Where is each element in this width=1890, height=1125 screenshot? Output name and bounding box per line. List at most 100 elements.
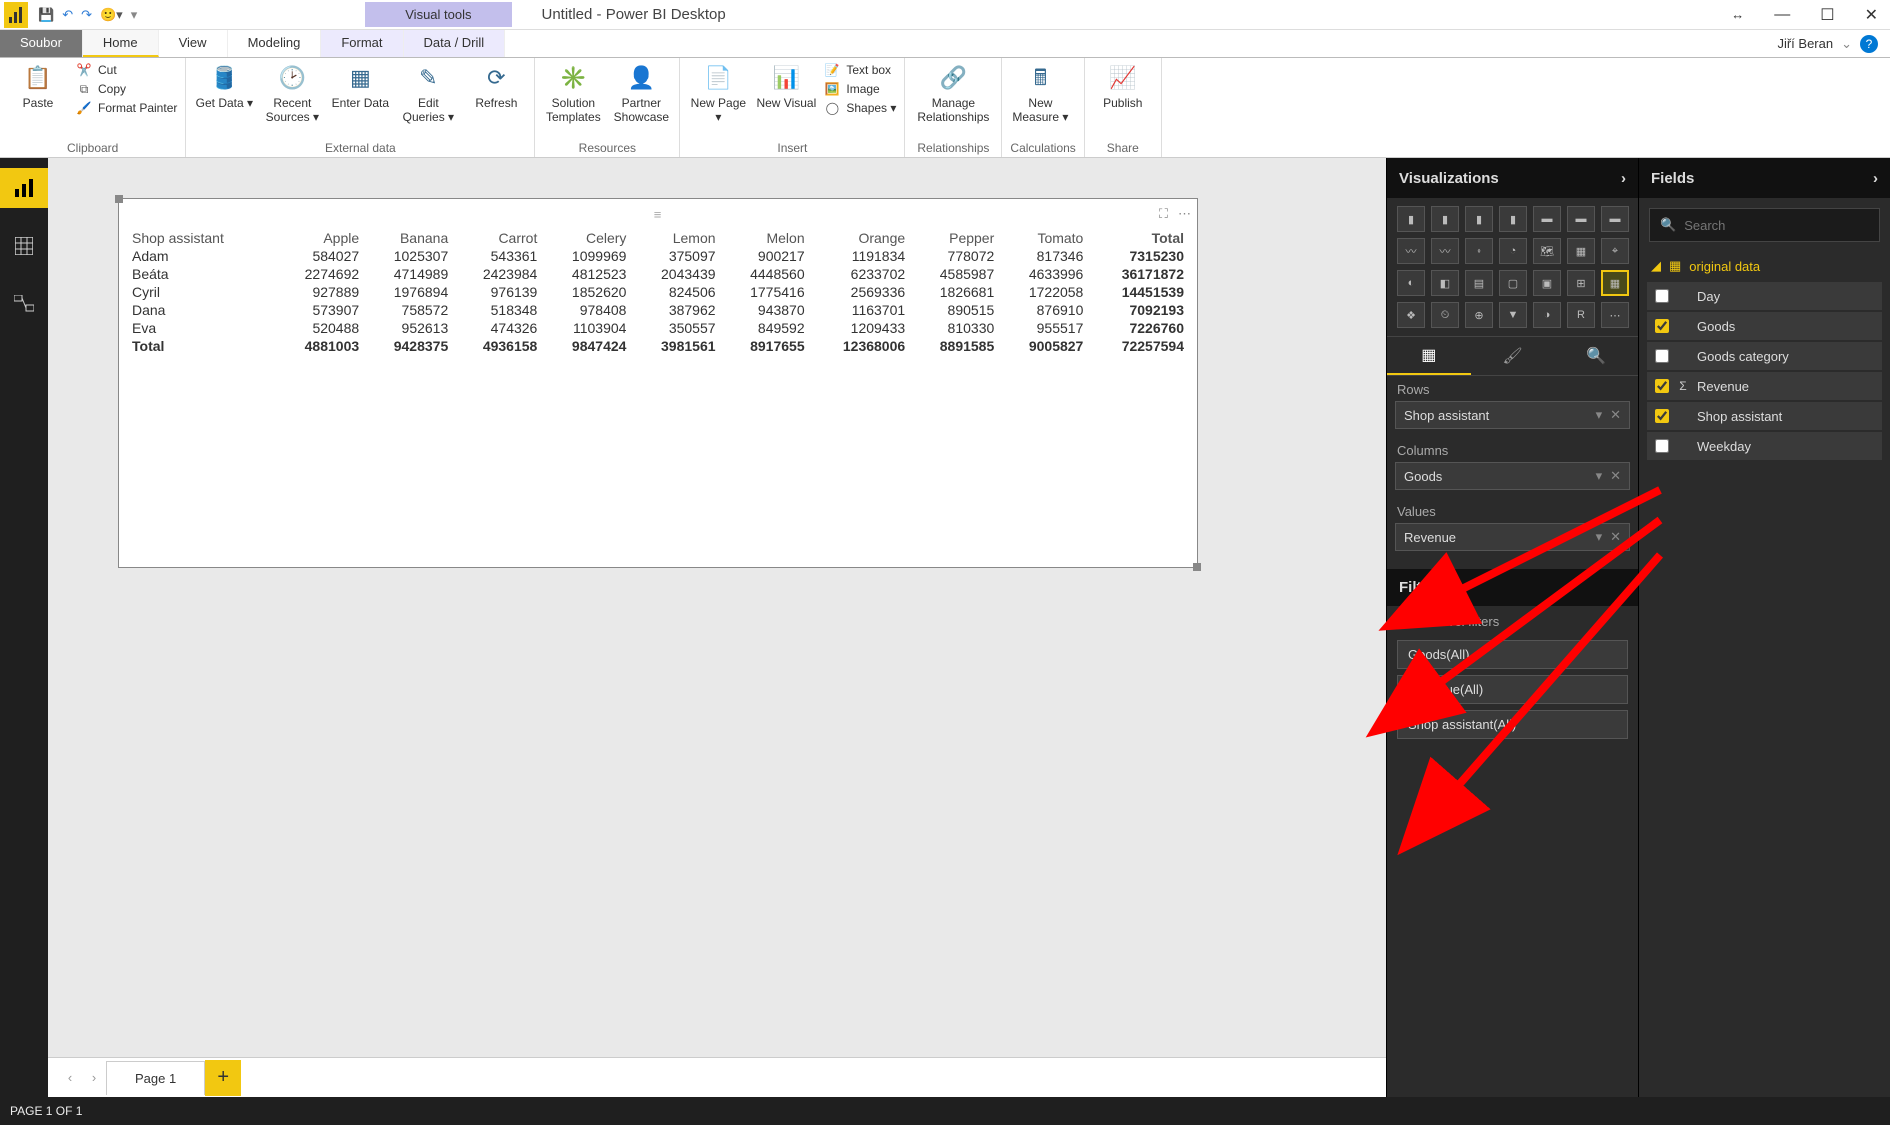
matrix-visual[interactable]: ≡ ⛶ ⋯ Shop assistantAppleBananaCarrotCel… — [118, 198, 1198, 568]
viz-type-24[interactable]: ▼ — [1499, 302, 1527, 328]
viz-type-7[interactable]: 〰 — [1397, 238, 1425, 264]
viz-type-6[interactable]: ▬ — [1601, 206, 1629, 232]
field-checkbox[interactable] — [1655, 319, 1669, 333]
filter-revenue[interactable]: Revenue(All) — [1397, 675, 1628, 704]
viz-type-25[interactable]: ◑ — [1533, 302, 1561, 328]
chevron-down-icon[interactable]: ▾ — [1596, 468, 1603, 484]
add-page-button[interactable]: + — [205, 1060, 241, 1096]
textbox-button[interactable]: 📝Text box — [824, 62, 896, 78]
qat-dropdown-icon[interactable]: ▾ — [131, 7, 138, 23]
smiley-icon[interactable]: 🙂▾ — [100, 7, 123, 23]
remove-icon[interactable]: ✕ — [1610, 468, 1621, 484]
viz-type-11[interactable]: 🗺 — [1533, 238, 1561, 264]
field-checkbox[interactable] — [1655, 349, 1669, 363]
fields-search-input[interactable] — [1684, 218, 1869, 233]
viz-type-16[interactable]: ▤ — [1465, 270, 1493, 296]
undo-icon[interactable]: ↶ — [62, 7, 73, 23]
edit-queries-button[interactable]: ✎Edit Queries ▾ — [398, 62, 458, 125]
format-painter-button[interactable]: 🖌️Format Painter — [76, 100, 177, 116]
viz-type-12[interactable]: ▦ — [1567, 238, 1595, 264]
viz-type-9[interactable]: ⬫ — [1465, 238, 1493, 264]
visualizations-header[interactable]: Visualizations› — [1387, 158, 1638, 198]
filter-goods[interactable]: Goods(All) — [1397, 640, 1628, 669]
enter-data-button[interactable]: ▦Enter Data — [330, 62, 390, 111]
field-checkbox[interactable] — [1655, 289, 1669, 303]
values-well-pill[interactable]: Revenue▾✕ — [1395, 523, 1630, 551]
tab-format[interactable]: Format — [321, 30, 403, 57]
viz-type-18[interactable]: ▣ — [1533, 270, 1561, 296]
field-shop-assistant[interactable]: Shop assistant — [1647, 402, 1882, 430]
field-weekday[interactable]: Weekday — [1647, 432, 1882, 460]
field-goods[interactable]: Goods — [1647, 312, 1882, 340]
model-view-button[interactable] — [0, 284, 48, 324]
filters-header[interactable]: Filters — [1387, 569, 1638, 606]
field-checkbox[interactable] — [1655, 409, 1669, 423]
remove-icon[interactable]: ✕ — [1610, 407, 1621, 423]
partner-showcase-button[interactable]: 👤Partner Showcase — [611, 62, 671, 125]
viz-type-19[interactable]: ⊞ — [1567, 270, 1595, 296]
publish-button[interactable]: 📈Publish — [1093, 62, 1153, 111]
viz-type-1[interactable]: ▮ — [1431, 206, 1459, 232]
field-goods-category[interactable]: Goods category — [1647, 342, 1882, 370]
redo-icon[interactable]: ↷ — [81, 7, 92, 23]
viz-type-14[interactable]: ◐ — [1397, 270, 1425, 296]
field-revenue[interactable]: ΣRevenue — [1647, 372, 1882, 400]
visual-grip-icon[interactable]: ≡ — [654, 207, 663, 222]
user-name[interactable]: Jiří Beran — [1777, 36, 1833, 51]
chevron-down-icon[interactable]: ▾ — [1596, 529, 1603, 545]
copy-button[interactable]: ⧉Copy — [76, 81, 177, 97]
new-visual-button[interactable]: 📊New Visual — [756, 62, 816, 111]
tab-modeling[interactable]: Modeling — [228, 30, 322, 57]
viz-type-26[interactable]: R — [1567, 302, 1595, 328]
maximize-button[interactable]: ☐ — [1820, 5, 1834, 25]
report-view-button[interactable] — [0, 168, 48, 208]
fields-well-tab[interactable]: ▦ — [1387, 337, 1471, 375]
paste-button[interactable]: 📋Paste — [8, 62, 68, 111]
tab-data-drill[interactable]: Data / Drill — [404, 30, 506, 57]
fields-header[interactable]: Fields› — [1639, 158, 1890, 198]
new-measure-button[interactable]: 🖩New Measure ▾ — [1010, 62, 1070, 125]
save-icon[interactable]: 💾 — [38, 7, 54, 23]
refresh-button[interactable]: ⟳Refresh — [466, 62, 526, 111]
rows-well-pill[interactable]: Shop assistant▾✕ — [1395, 401, 1630, 429]
viz-type-13[interactable]: ⌖ — [1601, 238, 1629, 264]
viz-type-15[interactable]: ◧ — [1431, 270, 1459, 296]
format-well-tab[interactable]: 🖌 — [1471, 337, 1555, 375]
image-button[interactable]: 🖼️Image — [824, 81, 896, 97]
viz-type-10[interactable]: ◔ — [1499, 238, 1527, 264]
manage-relationships-button[interactable]: 🔗Manage Relationships — [913, 62, 993, 125]
help-icon[interactable]: ? — [1860, 35, 1878, 53]
field-day[interactable]: Day — [1647, 282, 1882, 310]
tab-view[interactable]: View — [159, 30, 228, 57]
fields-search[interactable]: 🔍 — [1649, 208, 1880, 242]
columns-well-pill[interactable]: Goods▾✕ — [1395, 462, 1630, 490]
solution-templates-button[interactable]: ✳️Solution Templates — [543, 62, 603, 125]
minimize-button[interactable]: — — [1774, 6, 1790, 24]
viz-type-3[interactable]: ▮ — [1499, 206, 1527, 232]
recent-sources-button[interactable]: 🕑Recent Sources ▾ — [262, 62, 322, 125]
get-data-button[interactable]: 🛢️Get Data ▾ — [194, 62, 254, 111]
viz-type-2[interactable]: ▮ — [1465, 206, 1493, 232]
filter-shop-assistant[interactable]: Shop assistant(All) — [1397, 710, 1628, 739]
viz-type-23[interactable]: ⊕ — [1465, 302, 1493, 328]
page-next-button[interactable]: › — [82, 1066, 106, 1090]
viz-type-22[interactable]: ⏲ — [1431, 302, 1459, 328]
close-button[interactable]: ✕ — [1865, 5, 1878, 25]
data-view-button[interactable] — [0, 226, 48, 266]
cut-button[interactable]: ✂️Cut — [76, 62, 177, 78]
focus-mode-icon[interactable]: ⛶ — [1159, 206, 1168, 222]
page-prev-button[interactable]: ‹ — [58, 1066, 82, 1090]
page-tab-1[interactable]: Page 1 — [106, 1061, 205, 1095]
viz-type-27[interactable]: ⋯ — [1601, 302, 1629, 328]
shapes-button[interactable]: ◯Shapes ▾ — [824, 100, 896, 116]
viz-type-21[interactable]: ❖ — [1397, 302, 1425, 328]
tab-file[interactable]: Soubor — [0, 30, 83, 57]
chevron-down-icon[interactable]: ▾ — [1596, 407, 1603, 423]
report-canvas[interactable]: ≡ ⛶ ⋯ Shop assistantAppleBananaCarrotCel… — [48, 158, 1386, 1057]
viz-type-5[interactable]: ▬ — [1567, 206, 1595, 232]
viz-type-17[interactable]: ▢ — [1499, 270, 1527, 296]
new-page-button[interactable]: 📄New Page ▾ — [688, 62, 748, 125]
analytics-well-tab[interactable]: 🔍 — [1554, 337, 1638, 375]
field-checkbox[interactable] — [1655, 379, 1669, 393]
fields-table-header[interactable]: ◢ ▦ original data — [1639, 252, 1890, 280]
